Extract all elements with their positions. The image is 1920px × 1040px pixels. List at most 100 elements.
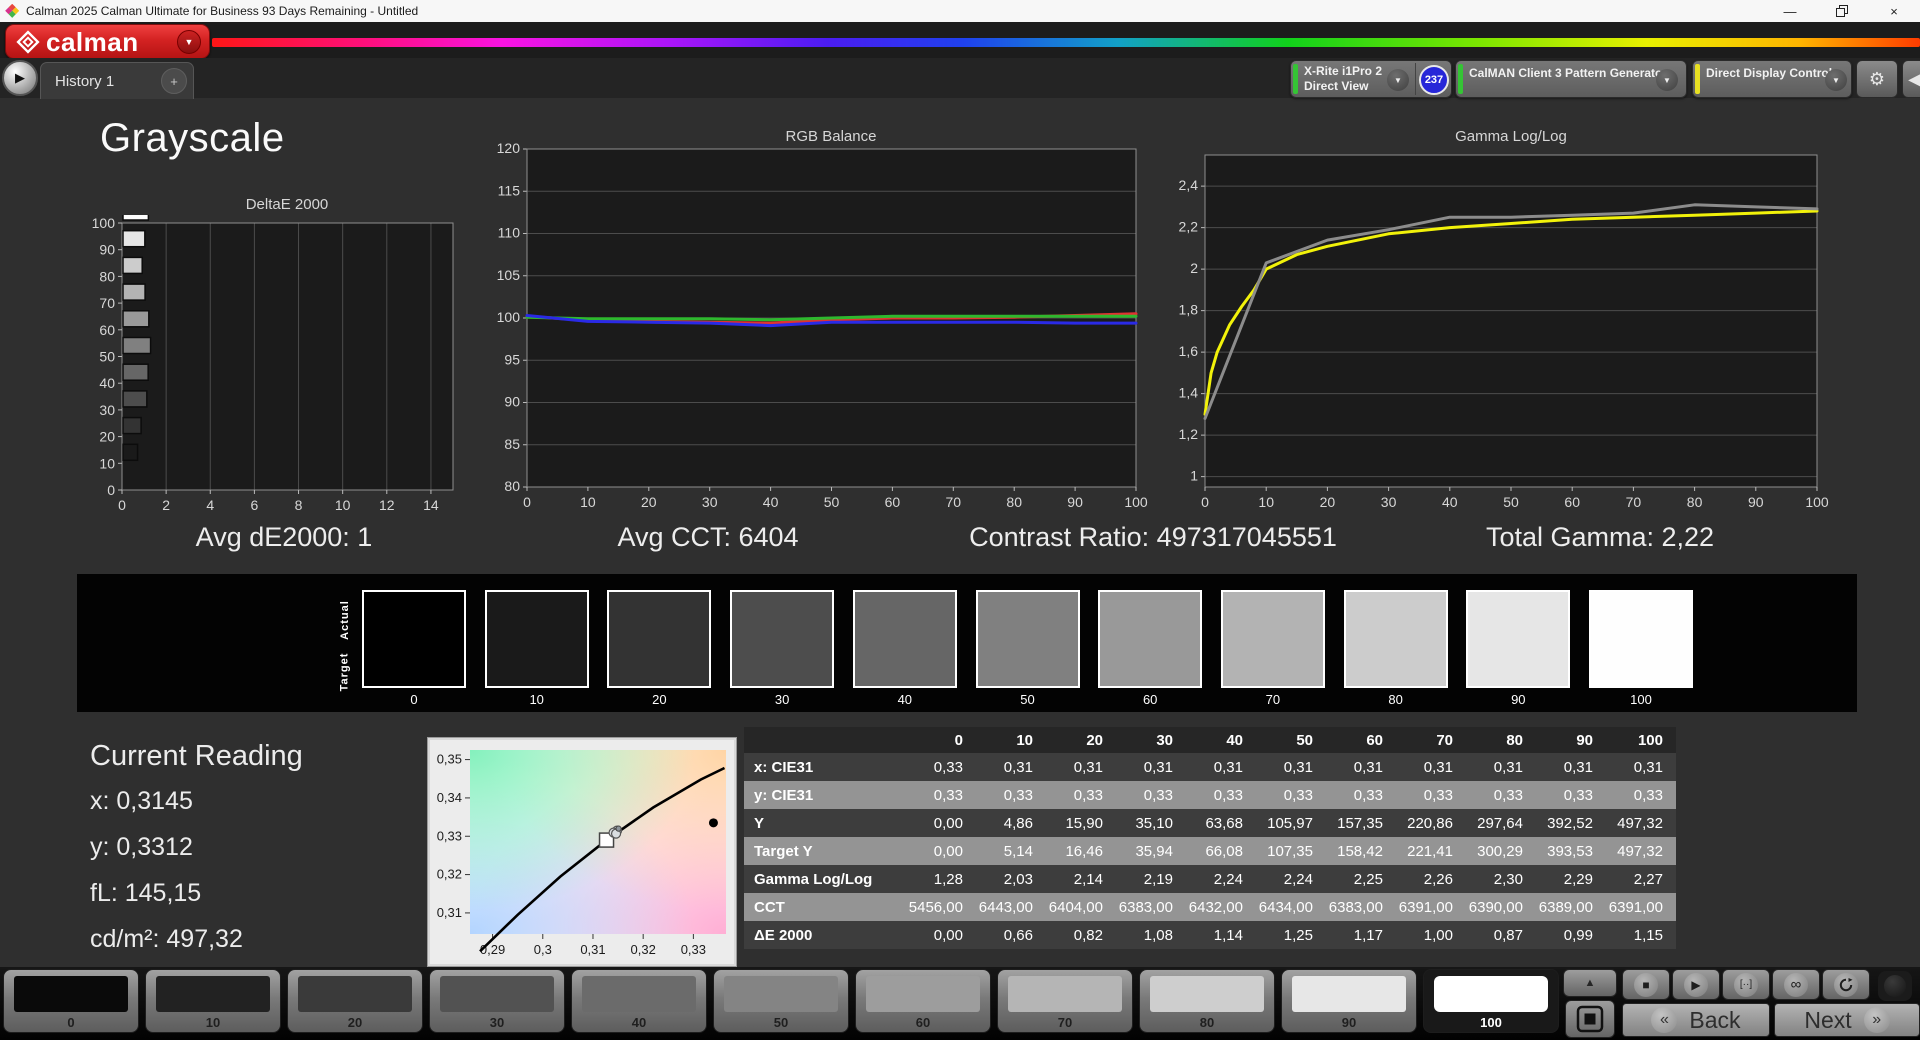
pattern-level-label: 70 bbox=[1057, 1015, 1073, 1030]
svg-text:0: 0 bbox=[523, 494, 531, 510]
svg-text:20: 20 bbox=[99, 429, 115, 445]
pattern-level-label: 40 bbox=[631, 1015, 647, 1030]
swatch-level-label: 40 bbox=[897, 692, 913, 707]
minimize-button[interactable]: — bbox=[1764, 0, 1816, 22]
pattern-level-label: 30 bbox=[489, 1015, 505, 1030]
pattern-footer-bar: ▲ ■ ▶ [··] ∞ « Back Next » 0 10 20 30 40… bbox=[0, 967, 1920, 1040]
play-icon: ▶ bbox=[15, 70, 25, 85]
series-read-button[interactable]: [··] bbox=[1722, 969, 1770, 1000]
play-button[interactable]: ▶ bbox=[1672, 969, 1720, 1000]
back-button[interactable]: « Back bbox=[1622, 1003, 1770, 1037]
table-cell: 5,14 bbox=[1003, 842, 1033, 860]
svg-text:100: 100 bbox=[92, 215, 116, 231]
calman-logo-icon bbox=[16, 29, 40, 54]
refresh-button[interactable] bbox=[1822, 969, 1870, 1000]
svg-text:4: 4 bbox=[206, 497, 214, 513]
tab-history-1[interactable]: History 1 + bbox=[40, 62, 194, 99]
table-cell: 6404,00 bbox=[1048, 898, 1103, 916]
table-cell: 0,33 bbox=[1003, 786, 1033, 804]
table-cell: 2,30 bbox=[1493, 870, 1523, 888]
add-tab-button[interactable]: + bbox=[161, 68, 187, 94]
svg-text:0: 0 bbox=[1201, 494, 1209, 510]
grayscale-swatch bbox=[975, 590, 1080, 688]
table-row: CCT 5456,00 6443,00 6404,00 6383,00 6432,00 64… bbox=[744, 893, 1676, 921]
pattern-level-button[interactable]: 0 bbox=[3, 969, 139, 1033]
tray-expand-button[interactable]: ▲ bbox=[1563, 969, 1617, 997]
collapse-panel-button[interactable]: ◀ bbox=[1902, 60, 1920, 98]
continuous-read-button[interactable]: ∞ bbox=[1772, 969, 1820, 1000]
svg-text:70: 70 bbox=[946, 494, 962, 510]
play-icon: ▶ bbox=[1684, 972, 1708, 997]
brand-bar: calman ▼ bbox=[0, 22, 1920, 59]
calman-menu-button[interactable]: calman ▼ bbox=[5, 24, 210, 59]
restore-button[interactable] bbox=[1816, 0, 1868, 22]
pattern-swatch bbox=[1150, 976, 1264, 1012]
table-cell: 0,31 bbox=[1283, 758, 1313, 776]
table-cell: 0,31 bbox=[1493, 758, 1523, 776]
workflow-play-button[interactable]: ▶ bbox=[2, 60, 38, 96]
svg-text:20: 20 bbox=[641, 494, 657, 510]
bracket-icon: [··] bbox=[1734, 972, 1758, 997]
next-button[interactable]: Next » bbox=[1774, 1003, 1920, 1037]
svg-text:105: 105 bbox=[497, 267, 521, 283]
svg-text:0: 0 bbox=[118, 497, 126, 513]
gear-icon: ⚙ bbox=[1868, 68, 1886, 89]
column-header: 20 bbox=[1086, 731, 1103, 749]
swatch-level-label: 0 bbox=[410, 692, 418, 707]
svg-text:10: 10 bbox=[1258, 494, 1274, 510]
table-row: Y 0,00 4,86 15,90 35,10 63,68 105,97 157,35 220,… bbox=[744, 809, 1676, 837]
chevrons-left-icon: « bbox=[1651, 1007, 1678, 1033]
reference-point bbox=[708, 818, 718, 828]
pattern-level-button[interactable]: 90 bbox=[1281, 969, 1417, 1033]
table-cell: 0,99 bbox=[1563, 926, 1593, 944]
table-cell: 6432,00 bbox=[1188, 898, 1243, 916]
table-cell: 0,33 bbox=[1563, 786, 1593, 804]
svg-text:1,6: 1,6 bbox=[1179, 343, 1199, 359]
pattern-generator-label: CalMAN Client 3 Pattern Generator bbox=[1469, 66, 1668, 80]
table-cell: 1,17 bbox=[1353, 926, 1383, 944]
pattern-level-button[interactable]: 10 bbox=[145, 969, 281, 1033]
pattern-level-button[interactable]: 50 bbox=[713, 969, 849, 1033]
stop-button[interactable]: ■ bbox=[1622, 969, 1670, 1000]
svg-text:40: 40 bbox=[1442, 494, 1458, 510]
table-cell: 63,68 bbox=[1205, 814, 1243, 832]
swatch-level-label: 10 bbox=[529, 692, 544, 707]
table-cell: 392,52 bbox=[1547, 814, 1593, 832]
pattern-level-button[interactable]: 20 bbox=[287, 969, 423, 1033]
table-cell: 5456,00 bbox=[908, 898, 963, 916]
pattern-swatch bbox=[440, 976, 554, 1012]
pattern-level-button[interactable]: 70 bbox=[997, 969, 1133, 1033]
deltae-bar bbox=[122, 215, 150, 221]
chevron-up-icon: ▲ bbox=[1584, 977, 1596, 989]
pattern-level-button[interactable]: 60 bbox=[855, 969, 991, 1033]
pattern-level-button[interactable]: 80 bbox=[1139, 969, 1275, 1033]
pattern-level-button[interactable]: 30 bbox=[429, 969, 565, 1033]
table-cell: 105,97 bbox=[1267, 814, 1313, 832]
row-label: Target Y bbox=[754, 842, 813, 860]
meter-status-accent bbox=[1293, 64, 1298, 94]
table-cell: 0,66 bbox=[1003, 926, 1033, 944]
meter-select-button[interactable]: X-Rite i1Pro 2 Direct View ▼ 237 bbox=[1290, 60, 1452, 98]
svg-text:0,35: 0,35 bbox=[437, 752, 462, 767]
window-pattern-button[interactable] bbox=[1565, 1000, 1615, 1038]
table-row: x: CIE31 0,33 0,31 0,31 0,31 0,31 0,31 0,31 0,31… bbox=[744, 753, 1676, 781]
pattern-status-accent bbox=[1458, 64, 1463, 94]
pattern-level-button[interactable]: 100 bbox=[1423, 969, 1559, 1033]
table-cell: 1,15 bbox=[1633, 926, 1663, 944]
table-cell: 497,32 bbox=[1617, 814, 1663, 832]
svg-text:120: 120 bbox=[497, 140, 521, 156]
swatch-level-label: 70 bbox=[1265, 692, 1281, 707]
table-cell: 107,35 bbox=[1267, 842, 1313, 860]
column-header: 60 bbox=[1366, 731, 1383, 749]
row-label: y: CIE31 bbox=[754, 786, 814, 804]
table-cell: 35,94 bbox=[1135, 842, 1173, 860]
svg-text:2,4: 2,4 bbox=[1179, 177, 1199, 193]
display-control-button[interactable]: Direct Display Control ▼ bbox=[1692, 60, 1852, 98]
pattern-generator-button[interactable]: CalMAN Client 3 Pattern Generator ▼ bbox=[1455, 60, 1687, 98]
row-label: ΔE 2000 bbox=[754, 926, 813, 944]
close-button[interactable]: × bbox=[1868, 0, 1920, 22]
pattern-level-button[interactable]: 40 bbox=[571, 969, 707, 1033]
grayscale-swatch bbox=[362, 590, 466, 688]
settings-button[interactable]: ⚙ bbox=[1856, 60, 1898, 98]
column-header: 50 bbox=[1296, 731, 1313, 749]
